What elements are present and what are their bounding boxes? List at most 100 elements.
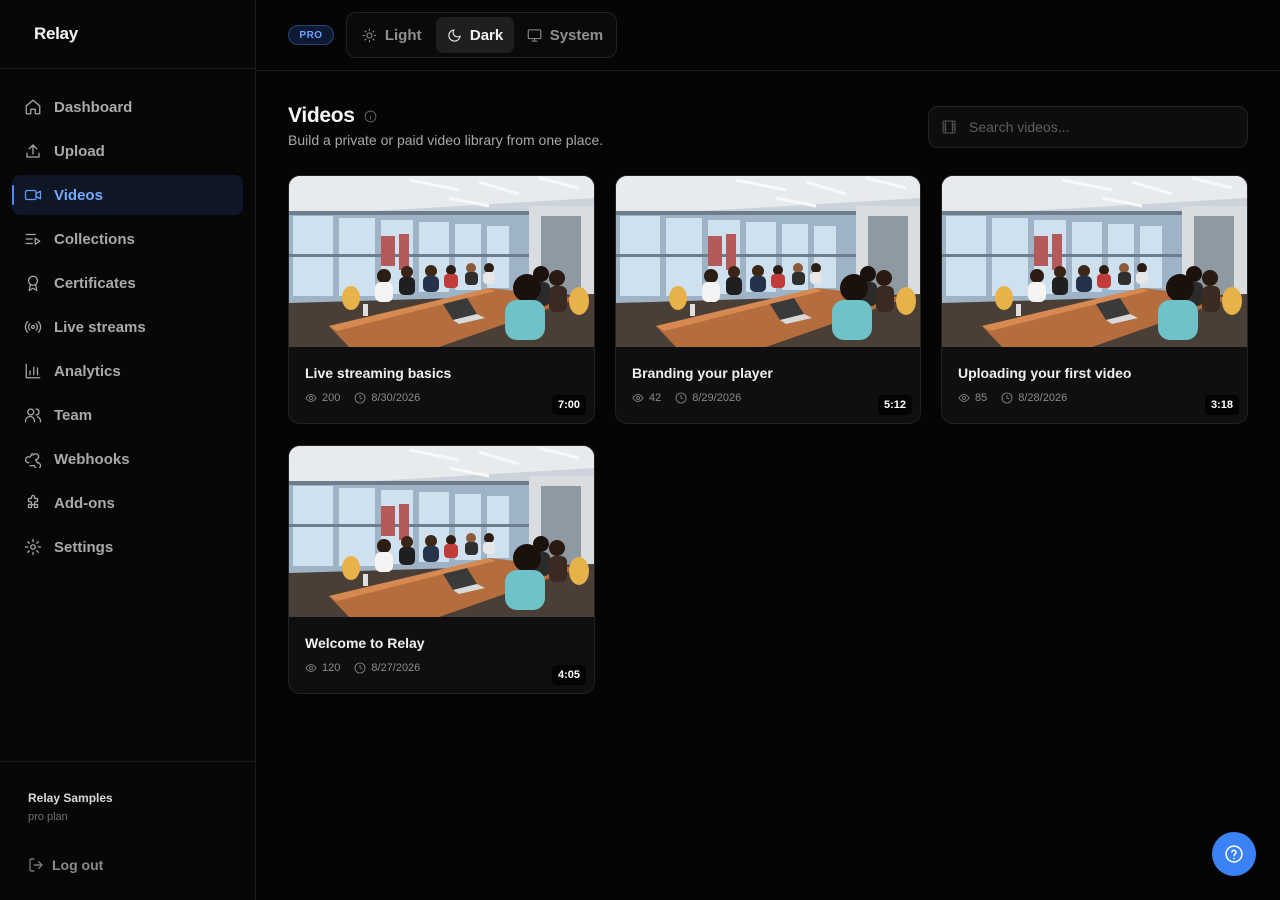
search-box <box>928 106 1248 148</box>
meeting-room-photo <box>942 176 1247 347</box>
video-meta: 42 8/29/2026 <box>632 392 755 404</box>
video-title: Welcome to Relay <box>305 635 425 651</box>
duration-badge: 5:12 <box>877 395 912 415</box>
theme-light-button[interactable]: Light <box>351 17 432 53</box>
sidebar-item-collections[interactable]: Collections <box>12 219 243 259</box>
eye-icon <box>305 394 317 402</box>
sidebar-item-label: Add-ons <box>54 494 115 512</box>
moon-icon <box>448 28 461 42</box>
users-icon <box>24 406 42 424</box>
logout-icon <box>29 858 43 872</box>
page-header: Videos <box>288 104 377 128</box>
theme-system-label: System <box>549 26 604 44</box>
view-count: 85 <box>975 392 988 404</box>
sidebar-item-label: Live streams <box>54 318 146 336</box>
meeting-room-photo <box>616 176 920 347</box>
view-count: 42 <box>649 392 662 404</box>
video-meta: 120 8/27/2026 <box>305 662 434 674</box>
list-video-icon <box>24 230 42 248</box>
video-thumbnail[interactable] <box>942 176 1247 347</box>
sidebar-item-label: Collections <box>54 230 135 248</box>
page-title: Videos <box>288 104 355 127</box>
org-plan: pro plan <box>28 811 68 823</box>
duration-badge: 7:00 <box>551 395 586 415</box>
video-thumbnail[interactable] <box>616 176 920 347</box>
clock-icon <box>675 392 687 404</box>
sidebar-item-videos[interactable]: Videos <box>12 175 243 215</box>
meeting-room-photo <box>289 176 594 347</box>
upload-date: 8/30/2026 <box>371 392 421 404</box>
sidebar-item-label: Team <box>54 406 93 424</box>
sidebar-item-live-streams[interactable]: Live streams <box>12 307 243 347</box>
upload-icon <box>24 142 42 160</box>
logout-button[interactable]: Log out <box>28 857 148 873</box>
sidebar-item-label: Certificates <box>54 274 136 292</box>
video-thumbnail[interactable] <box>289 446 594 617</box>
sidebar-item-settings[interactable]: Settings <box>12 527 243 567</box>
sidebar-item-add-ons[interactable]: Add-ons <box>12 483 243 523</box>
video-meta: 85 8/28/2026 <box>958 392 1081 404</box>
sidebar: Relay Dashboard Upload Videos Collection… <box>0 0 256 900</box>
eye-icon <box>305 664 317 672</box>
page-subtitle: Build a private or paid video library fr… <box>288 132 604 148</box>
org-name: Relay Samples <box>28 791 113 805</box>
sidebar-item-dashboard[interactable]: Dashboard <box>12 87 243 127</box>
sidebar-item-label: Dashboard <box>54 98 133 116</box>
video-meta: 200 8/30/2026 <box>305 392 434 404</box>
sidebar-item-certificates[interactable]: Certificates <box>12 263 243 303</box>
clock-icon <box>354 662 366 674</box>
plan-badge: PRO <box>288 25 334 45</box>
sidebar-item-webhooks[interactable]: Webhooks <box>12 439 243 479</box>
video-card[interactable]: 3:18 Uploading your first video 85 8/28/… <box>941 175 1248 424</box>
sidebar-nav: Dashboard Upload Videos Collections Cert… <box>12 87 243 571</box>
home-icon <box>24 98 42 116</box>
sidebar-item-upload[interactable]: Upload <box>12 131 243 171</box>
theme-system-button[interactable]: System <box>518 17 612 53</box>
theme-dark-label: Dark <box>469 26 504 44</box>
duration-badge: 4:05 <box>551 665 586 685</box>
sidebar-item-team[interactable]: Team <box>12 395 243 435</box>
sidebar-item-label: Analytics <box>54 362 121 380</box>
webhook-icon <box>24 450 42 468</box>
view-count: 200 <box>322 392 341 404</box>
meeting-room-photo <box>289 446 594 617</box>
video-title: Uploading your first video <box>958 365 1132 381</box>
theme-switcher: Light Dark System <box>346 12 617 58</box>
video-card[interactable]: 4:05 Welcome to Relay 120 8/27/2026 <box>288 445 595 694</box>
sidebar-item-label: Videos <box>54 186 103 204</box>
view-count: 120 <box>322 662 341 674</box>
video-thumbnail[interactable] <box>289 176 594 347</box>
help-button[interactable] <box>1212 832 1256 876</box>
help-icon <box>1225 845 1243 863</box>
sidebar-item-label: Upload <box>54 142 105 160</box>
sidebar-item-label: Settings <box>54 538 114 556</box>
info-icon[interactable] <box>364 110 377 123</box>
topbar: PRO Light Dark System <box>256 0 1280 71</box>
radio-icon <box>24 318 42 336</box>
gear-icon <box>24 538 42 556</box>
upload-date: 8/29/2026 <box>692 392 742 404</box>
clock-icon <box>1001 392 1013 404</box>
bar-chart-icon <box>24 362 42 380</box>
eye-icon <box>958 394 970 402</box>
clock-icon <box>354 392 366 404</box>
app-logo-text: Relay <box>34 24 78 43</box>
video-card[interactable]: 5:12 Branding your player 42 8/29/2026 <box>615 175 921 424</box>
sidebar-item-analytics[interactable]: Analytics <box>12 351 243 391</box>
logo-area: Relay <box>0 0 255 69</box>
sidebar-item-label: Webhooks <box>54 450 130 468</box>
theme-light-label: Light <box>384 26 422 44</box>
award-icon <box>24 274 42 292</box>
video-title: Branding your player <box>632 365 773 381</box>
account-panel: Relay Samples pro plan Log out <box>0 761 256 873</box>
theme-dark-button[interactable]: Dark <box>436 17 514 53</box>
search-input[interactable] <box>969 119 1229 135</box>
film-icon <box>942 120 956 134</box>
video-card[interactable]: 7:00 Live streaming basics 200 8/30/2026 <box>288 175 595 424</box>
duration-badge: 3:18 <box>1204 395 1239 415</box>
sun-icon <box>362 28 377 42</box>
eye-icon <box>632 394 644 402</box>
logout-label: Log out <box>52 857 104 873</box>
puzzle-icon <box>24 494 42 512</box>
app-logo[interactable]: Relay <box>34 24 78 44</box>
